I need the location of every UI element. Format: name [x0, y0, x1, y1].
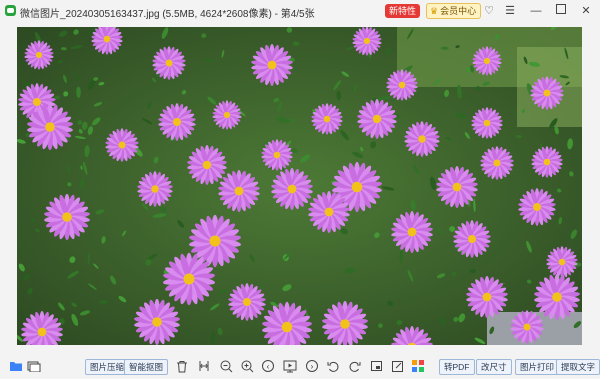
- slideshow-icon[interactable]: [282, 358, 298, 374]
- photo-viewer[interactable]: [17, 27, 582, 345]
- maximize-icon[interactable]: [553, 3, 569, 19]
- crop-icon[interactable]: [368, 358, 384, 374]
- close-icon[interactable]: ✕: [578, 3, 594, 19]
- window-title: 微信图片_20240305163437.jpg (5.5MB, 4624*260…: [20, 9, 315, 20]
- fit-size-icon[interactable]: [196, 358, 212, 374]
- zoom-in-icon[interactable]: [239, 358, 255, 374]
- heart-icon[interactable]: ♡: [481, 3, 497, 19]
- delete-icon[interactable]: [174, 358, 190, 374]
- new-features-badge[interactable]: 新特性: [385, 4, 421, 18]
- minimize-icon[interactable]: —: [528, 3, 544, 19]
- apps-icon[interactable]: [410, 358, 426, 374]
- bottom-toolbar: 图片压缩 智能抠图 ‹ › 转PDF 改尺寸 图片打印 提取文字: [0, 350, 600, 379]
- folder-icon[interactable]: [8, 358, 24, 374]
- gallery-icon[interactable]: [26, 358, 42, 374]
- vip-center-button[interactable]: ♛ 会员中心: [426, 3, 482, 19]
- rotate-left-icon[interactable]: [325, 358, 341, 374]
- list-icon[interactable]: ☰: [502, 3, 518, 19]
- extract-text-button[interactable]: 提取文字: [556, 359, 600, 375]
- print-image-button[interactable]: 图片打印: [515, 359, 560, 375]
- edit-icon[interactable]: [389, 358, 405, 374]
- compress-image-button[interactable]: 图片压缩: [85, 359, 130, 375]
- vip-center-label: 会员中心: [440, 6, 477, 16]
- flower-photo: [17, 27, 582, 345]
- rotate-right-icon[interactable]: [346, 358, 362, 374]
- zoom-out-icon[interactable]: [218, 358, 234, 374]
- app-logo-icon: [5, 5, 16, 16]
- previous-image-icon[interactable]: ‹: [260, 358, 276, 374]
- title-bar: 微信图片_20240305163437.jpg (5.5MB, 4624*260…: [0, 0, 600, 22]
- smart-cutout-button[interactable]: 智能抠图: [124, 359, 169, 375]
- convert-pdf-button[interactable]: 转PDF: [439, 359, 475, 375]
- resize-button[interactable]: 改尺寸: [476, 359, 512, 375]
- crown-icon: ♛: [430, 6, 439, 16]
- next-image-icon[interactable]: ›: [304, 358, 320, 374]
